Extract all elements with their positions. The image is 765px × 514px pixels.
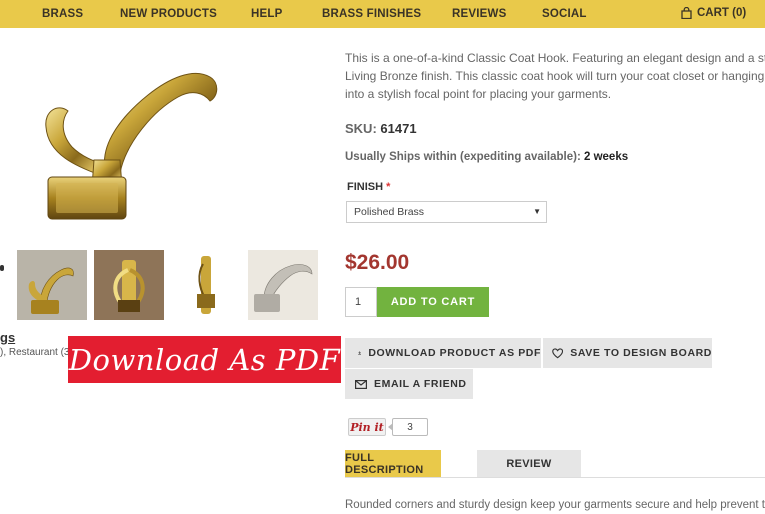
full-description-text: Rounded corners and sturdy design keep y… [345, 499, 765, 511]
finish-selected-value: Polished Brass [354, 206, 425, 218]
pin-count: 3 [388, 418, 428, 436]
add-to-cart-button[interactable]: ADD TO CART [377, 287, 489, 317]
finish-label: FINISH * [347, 181, 390, 193]
tags-text[interactable]: ), Restaurant (3 [0, 347, 69, 358]
product-price: $26.00 [345, 251, 410, 274]
thumbnail-4[interactable] [248, 250, 318, 320]
description-line: into a stylish focal point for placing y… [345, 87, 612, 101]
finish-label-text: FINISH [347, 181, 384, 193]
download-product-pdf-label: DOWNLOAD PRODUCT AS PDF [368, 347, 541, 359]
sku: SKU: 61471 [345, 121, 417, 136]
nav-item-reviews[interactable]: REVIEWS [452, 8, 506, 20]
pin-it-button[interactable]: Pin it [348, 418, 386, 436]
cart-link[interactable]: CART (0) [681, 7, 746, 19]
pinterest-widget: Pin it 3 [348, 418, 428, 436]
pdf-banner-label: Download As PDF [68, 342, 341, 377]
thumbnail-3[interactable] [171, 250, 241, 320]
nav-item-brass-finishes[interactable]: BRASS FINISHES [322, 8, 421, 20]
top-nav: BRASS NEW PRODUCTS HELP BRASS FINISHES R… [0, 0, 765, 28]
thumbnail-prev-arrow-icon[interactable] [0, 265, 4, 271]
download-pdf-banner[interactable]: Download As PDF [68, 336, 341, 383]
required-mark: * [386, 181, 391, 193]
chevron-down-icon: ▼ [533, 207, 541, 216]
product-description: This is a one-of-a-kind Classic Coat Hoo… [345, 49, 765, 103]
email-a-friend-button[interactable]: EMAIL A FRIEND [345, 369, 473, 399]
tab-full-description[interactable]: FULL DESCRIPTION [345, 450, 441, 477]
thumbnail-2[interactable] [94, 250, 164, 320]
save-to-design-board-button[interactable]: SAVE TO DESIGN BOARD [543, 338, 712, 368]
sku-label: SKU: [345, 121, 377, 136]
ships-value: 2 weeks [584, 151, 629, 163]
quantity-input[interactable]: 1 [345, 287, 377, 317]
tags-label[interactable]: gs [0, 330, 15, 345]
nav-item-help[interactable]: HELP [251, 8, 282, 20]
shipping-info: Usually Ships within (expediting availab… [345, 151, 628, 163]
nav-item-new-products[interactable]: NEW PRODUCTS [120, 8, 217, 20]
nav-item-social[interactable]: SOCIAL [542, 8, 587, 20]
nav-item-brass[interactable]: BRASS [42, 8, 83, 20]
tab-review[interactable]: REVIEW [477, 450, 581, 477]
tab-divider [345, 477, 765, 478]
heart-icon [552, 347, 564, 358]
download-icon [358, 351, 362, 355]
finish-select[interactable]: Polished Brass ▼ [346, 201, 547, 223]
shopping-bag-icon [681, 7, 692, 19]
save-to-design-board-label: SAVE TO DESIGN BOARD [570, 347, 712, 359]
description-line: This is a one-of-a-kind Classic Coat Hoo… [345, 51, 765, 65]
envelope-icon [355, 379, 367, 389]
description-line: Living Bronze finish. This classic coat … [345, 69, 765, 83]
email-a-friend-label: EMAIL A FRIEND [374, 378, 467, 390]
sku-value: 61471 [380, 121, 417, 136]
ships-label: Usually Ships within (expediting availab… [345, 151, 581, 163]
thumbnail-1[interactable] [17, 250, 87, 320]
download-product-pdf-button[interactable]: DOWNLOAD PRODUCT AS PDF [345, 338, 541, 368]
product-image[interactable] [28, 55, 228, 230]
cart-label: CART (0) [697, 7, 747, 19]
